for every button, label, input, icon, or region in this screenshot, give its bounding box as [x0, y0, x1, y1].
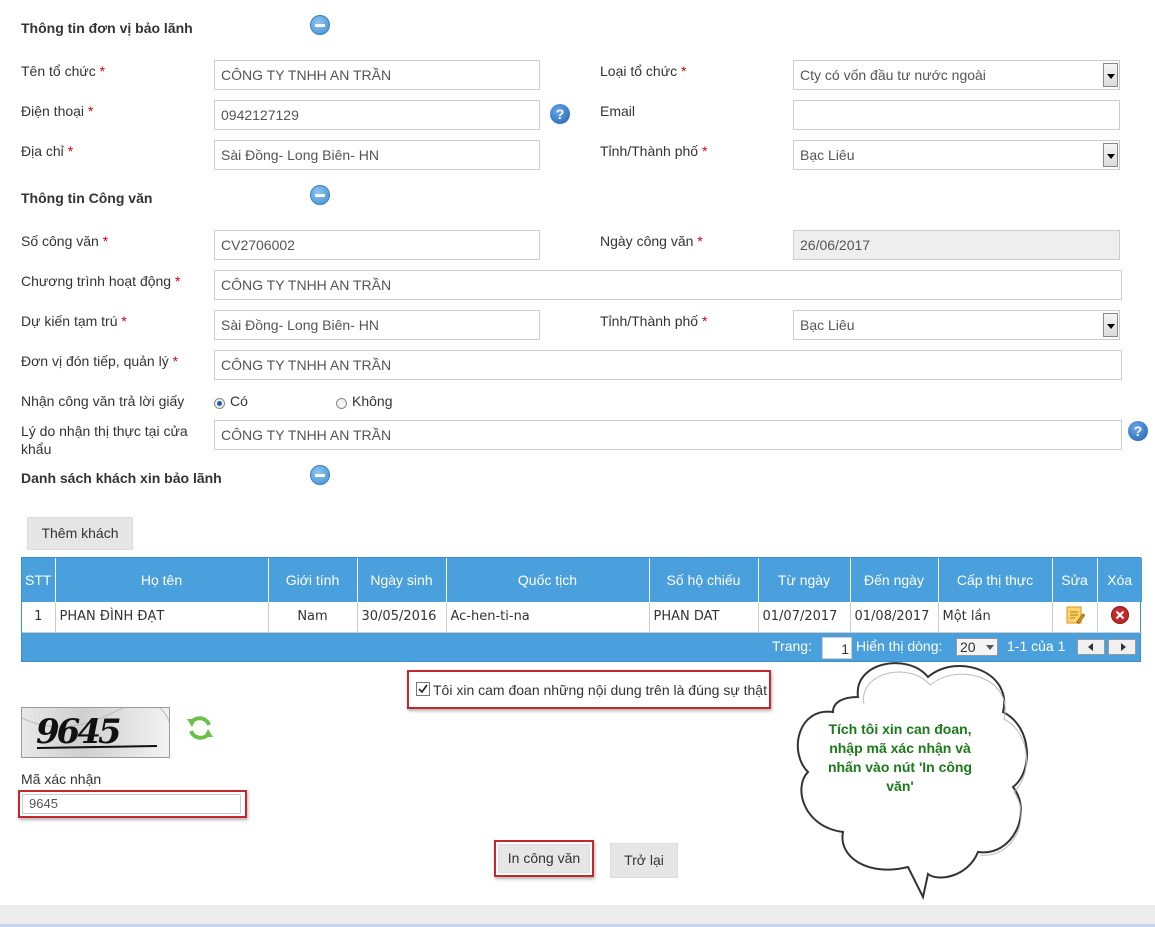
- reply-yes-radio[interactable]: [214, 398, 225, 409]
- edit-icon[interactable]: [1065, 605, 1085, 625]
- col-header: Sửa: [1052, 558, 1098, 602]
- reply-label: Nhận công văn trả lời giấy: [21, 393, 185, 409]
- col-header[interactable]: Quốc tịch: [446, 558, 650, 602]
- callout-text: Tích tôi xin can đoan, nhập mã xác nhận …: [800, 720, 1000, 796]
- cell-gender: Nam: [268, 602, 358, 633]
- print-button[interactable]: In công văn: [498, 844, 590, 873]
- print-button-highlight: In công văn: [494, 840, 594, 877]
- host-input[interactable]: CÔNG TY TNHH AN TRẦN: [214, 350, 1122, 380]
- reason-label-line2: khẩu: [21, 441, 52, 457]
- guarantor-section-title: Thông tin đơn vị bảo lãnh: [21, 20, 193, 36]
- commit-highlight: Tôi xin cam đoan những nội dung trên là …: [407, 670, 771, 709]
- back-button[interactable]: Trở lại: [610, 843, 678, 878]
- col-header[interactable]: STT: [22, 558, 56, 602]
- province-select[interactable]: Bạc Liêu: [793, 140, 1120, 170]
- reason-label-line1: Lý do nhận thị thực tại cửa: [21, 423, 188, 439]
- delete-cell: [1097, 602, 1142, 633]
- reply-no-label: Không: [352, 393, 393, 409]
- collapse-guests-icon[interactable]: [310, 465, 330, 485]
- email-input[interactable]: [793, 100, 1120, 130]
- document-section-title: Thông tin Công văn: [21, 190, 153, 206]
- commit-label: Tôi xin cam đoan những nội dung trên là …: [433, 682, 767, 698]
- callout-line: văn': [886, 778, 914, 794]
- collapse-guarantor-icon[interactable]: [310, 15, 330, 35]
- org-type-selected: Cty có vốn đầu tư nước ngoài: [800, 67, 986, 83]
- grid-header-row: STT Họ tên Giới tính Ngày sinh Quốc tịch…: [22, 558, 1142, 602]
- col-header[interactable]: Cấp thị thực: [938, 558, 1053, 602]
- captcha-input-highlight: 9645: [18, 790, 247, 818]
- address-input[interactable]: Sài Đồng- Long Biên- HN: [214, 140, 540, 170]
- cell-dob: 30/05/2016: [357, 602, 447, 633]
- guest-grid: STT Họ tên Giới tính Ngày sinh Quốc tịch…: [21, 557, 1142, 662]
- arrow-left-icon: [1088, 642, 1093, 651]
- chevron-down-icon: [986, 644, 994, 650]
- doc-number-input[interactable]: CV2706002: [214, 230, 540, 260]
- cell-visa-type: Một lần: [938, 602, 1053, 633]
- address-label: Địa chỉ *: [21, 143, 74, 159]
- edit-cell: [1052, 602, 1098, 633]
- reason-label: Lý do nhận thị thực tại cửa khẩu: [21, 422, 188, 458]
- checkmark-icon: [418, 684, 428, 694]
- reason-help-icon[interactable]: ?: [1128, 421, 1148, 441]
- captcha-text: 9645: [36, 712, 122, 752]
- stay-province-label: Tỉnh/Thành phố *: [600, 313, 708, 329]
- cell-stt: 1: [22, 602, 56, 633]
- cell-passport: PHAN DAT: [649, 602, 759, 633]
- doc-date-input: 26/06/2017: [793, 230, 1120, 260]
- stay-input[interactable]: Sài Đồng- Long Biên- HN: [214, 310, 540, 340]
- add-guest-button[interactable]: Thêm khách: [27, 517, 133, 550]
- col-header[interactable]: Từ ngày: [758, 558, 851, 602]
- province-selected: Bạc Liêu: [800, 147, 855, 163]
- col-header[interactable]: Đến ngày: [850, 558, 939, 602]
- doc-date-label: Ngày công văn *: [600, 233, 703, 249]
- callout-line: Tích tôi xin can đoan,: [828, 721, 972, 737]
- guests-section-title: Danh sách khách xin bảo lãnh: [21, 470, 222, 486]
- phone-label: Điện thoại *: [21, 103, 94, 119]
- col-header: Xóa: [1097, 558, 1142, 602]
- cell-to-date: 01/08/2017: [850, 602, 939, 633]
- col-header[interactable]: Họ tên: [55, 558, 269, 602]
- program-label: Chương trình hoạt động *: [21, 273, 181, 289]
- cell-nationality: Ac-hen-ti-na: [446, 602, 650, 633]
- stay-label: Dự kiến tạm trú *: [21, 313, 127, 329]
- arrow-right-icon: [1121, 642, 1126, 651]
- cell-name: PHAN ĐÌNH ĐẠT: [55, 602, 269, 633]
- delete-icon[interactable]: [1110, 605, 1130, 625]
- captcha-label: Mã xác nhận: [21, 771, 102, 787]
- cell-from-date: 01/07/2017: [758, 602, 851, 633]
- page-footer: [0, 905, 1155, 927]
- callout-line: nhấn vào nút 'In công: [827, 759, 973, 775]
- prev-page-button[interactable]: [1077, 638, 1105, 655]
- org-name-label: Tên tổ chức *: [21, 63, 106, 79]
- captcha-input[interactable]: 9645: [22, 794, 241, 814]
- reply-no-radio[interactable]: [336, 398, 347, 409]
- doc-number-label: Số công văn *: [21, 233, 109, 249]
- host-label: Đơn vị đón tiếp, quản lý *: [21, 353, 179, 369]
- chevron-down-icon[interactable]: [1103, 313, 1118, 337]
- org-name-input[interactable]: CÔNG TY TNHH AN TRẦN: [214, 60, 540, 90]
- stay-province-selected: Bạc Liêu: [800, 317, 855, 333]
- collapse-document-icon[interactable]: [310, 185, 330, 205]
- phone-help-icon[interactable]: ?: [550, 104, 570, 124]
- email-label: Email: [600, 103, 636, 119]
- next-page-button[interactable]: [1108, 638, 1136, 655]
- phone-input[interactable]: 0942127129: [214, 100, 540, 130]
- captcha-image: 9645: [21, 707, 170, 758]
- chevron-down-icon[interactable]: [1103, 143, 1118, 167]
- table-row[interactable]: 1 PHAN ĐÌNH ĐẠT Nam 30/05/2016 Ac-hen-ti…: [22, 602, 1142, 633]
- program-input[interactable]: CÔNG TY TNHH AN TRẦN: [214, 270, 1122, 300]
- org-type-label: Loại tổ chức *: [600, 63, 687, 79]
- chevron-down-icon[interactable]: [1103, 63, 1118, 87]
- org-type-select[interactable]: Cty có vốn đầu tư nước ngoài: [793, 60, 1120, 90]
- col-header[interactable]: Giới tính: [268, 558, 358, 602]
- province-label: Tỉnh/Thành phố *: [600, 143, 708, 159]
- col-header[interactable]: Ngày sinh: [357, 558, 447, 602]
- col-header[interactable]: Số hộ chiếu: [649, 558, 759, 602]
- callout-line: nhập mã xác nhận và: [829, 740, 971, 756]
- reply-yes-label: Có: [230, 393, 248, 409]
- refresh-icon[interactable]: [185, 713, 215, 743]
- stay-province-select[interactable]: Bạc Liêu: [793, 310, 1120, 340]
- reason-input[interactable]: CÔNG TY TNHH AN TRẦN: [214, 420, 1122, 450]
- commit-checkbox[interactable]: [416, 682, 430, 696]
